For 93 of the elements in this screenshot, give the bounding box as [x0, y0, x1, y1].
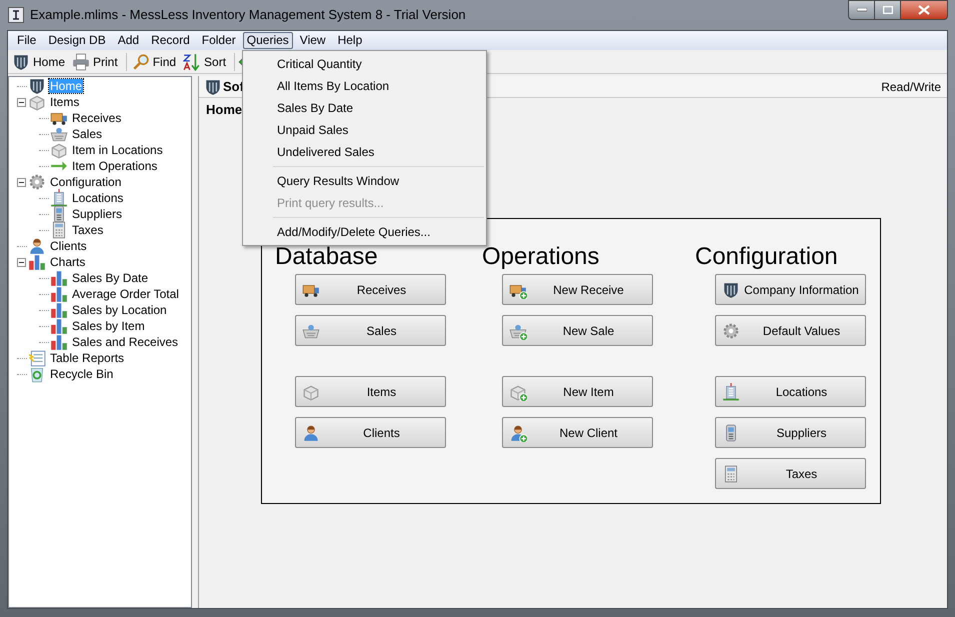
shield-icon [722, 280, 740, 298]
close-icon [918, 5, 930, 15]
building-icon [50, 189, 68, 207]
menu-option[interactable]: Add/Modify/Delete Queries... [243, 221, 486, 243]
tree-item[interactable]: Items [49, 95, 80, 109]
tree-item[interactable]: Sales by Location [71, 303, 168, 317]
menu-item[interactable]: Queries [242, 32, 293, 49]
dashboard-button[interactable]: Receives [295, 274, 446, 305]
close-button[interactable] [901, 0, 948, 20]
menu-option[interactable]: Sales By Date [243, 97, 486, 119]
maximize-icon [882, 6, 892, 14]
collapse-toggle[interactable] [17, 178, 26, 186]
collapse-toggle[interactable] [17, 98, 26, 106]
menu-item[interactable]: File [12, 32, 42, 49]
gear-icon [28, 173, 46, 191]
window-title: Example.mlims - MessLess Inventory Management System 8 - Trial Version [30, 6, 466, 24]
toolbar-button[interactable]: Home [10, 52, 68, 72]
shield-icon [204, 78, 222, 96]
person-add-icon [509, 424, 527, 442]
collapse-toggle[interactable] [17, 258, 26, 266]
dashboard-button[interactable]: Sales [295, 315, 446, 346]
section-heading: Database [275, 244, 378, 270]
building-icon [722, 382, 740, 400]
toolbar-button[interactable]: Find [130, 52, 178, 72]
menu-option[interactable]: All Items By Location [243, 75, 486, 97]
breadcrumb: Home [206, 101, 242, 120]
shield-icon [28, 77, 46, 95]
person-icon [28, 237, 46, 255]
bar-chart-icon [50, 333, 68, 351]
tree-item[interactable]: Locations [71, 191, 124, 205]
bar-chart-icon [50, 317, 68, 335]
app-icon [8, 7, 24, 23]
dashboard-button[interactable]: New Sale [502, 315, 653, 346]
tree-item[interactable]: Taxes [71, 223, 104, 237]
tree-item[interactable]: Table Reports [49, 351, 126, 365]
minimize-icon [856, 8, 866, 12]
menu-item[interactable]: View [294, 32, 331, 49]
bar-chart-icon [50, 269, 68, 287]
dashboard-button[interactable]: Taxes [715, 458, 866, 489]
menu-item[interactable]: Record [146, 32, 195, 49]
tree-item[interactable]: Recycle Bin [49, 367, 114, 381]
menu-option[interactable]: Query Results Window [243, 170, 486, 192]
maximize-button[interactable] [875, 0, 901, 20]
search-icon [132, 52, 150, 70]
section-heading: Operations [482, 244, 600, 270]
menu-option[interactable]: Unpaid Sales [243, 119, 486, 141]
tree-item[interactable]: Sales By Date [71, 271, 150, 285]
dashboard-button[interactable]: Default Values [715, 315, 866, 346]
gear-icon [722, 322, 740, 340]
report-icon [28, 349, 46, 367]
basket-icon [50, 125, 68, 143]
bar-chart-icon [50, 285, 68, 303]
tree-item[interactable]: Clients [49, 239, 88, 253]
tree-item[interactable]: Item Operations [71, 159, 158, 173]
toolbar-button[interactable]: Print [70, 52, 120, 72]
tree-item[interactable]: Receives [71, 111, 122, 125]
tree-item[interactable]: Sales and Receives [71, 335, 180, 349]
menu-item[interactable]: Folder [196, 32, 241, 49]
tree-item[interactable]: Suppliers [71, 207, 124, 221]
menu-item[interactable]: Help [332, 32, 368, 49]
dashboard-button[interactable]: Suppliers [715, 417, 866, 448]
person-icon [302, 424, 320, 442]
sort-icon [183, 52, 202, 70]
menu-option[interactable]: Critical Quantity [243, 53, 486, 75]
bar-chart-icon [50, 301, 68, 319]
shield-icon [12, 52, 30, 70]
tree-item[interactable]: Sales by Item [71, 319, 146, 333]
dashboard-button[interactable]: Company Information [715, 274, 866, 305]
tree-item[interactable]: Item in Locations [71, 143, 164, 157]
bar-chart-icon [28, 253, 46, 271]
dashboard-button[interactable]: Items [295, 376, 446, 407]
menu-option[interactable]: Undelivered Sales [243, 141, 486, 163]
calculator-icon [722, 464, 740, 482]
dashboard-button[interactable]: New Receive [502, 274, 653, 305]
tree-item[interactable]: Average Order Total [71, 287, 180, 301]
dashboard-button[interactable]: Clients [295, 417, 446, 448]
minimize-button[interactable] [848, 0, 875, 20]
dashboard-button[interactable]: New Item [502, 376, 653, 407]
section-heading: Configuration [695, 244, 838, 270]
menu-item[interactable]: Add [112, 32, 144, 49]
recycle-bin-icon [28, 365, 46, 383]
tree-item[interactable]: Sales [71, 127, 104, 141]
calculator-icon [50, 221, 68, 239]
box-icon [50, 141, 68, 159]
box-icon [28, 93, 46, 111]
tree-item[interactable]: Charts [49, 255, 86, 269]
menu-item[interactable]: Design DB [43, 32, 111, 49]
printer-icon [72, 52, 90, 70]
tree-item[interactable]: Configuration [49, 175, 122, 189]
toolbar-button[interactable]: Sort [181, 52, 228, 72]
dashboard-button[interactable]: New Client [502, 417, 653, 448]
dashboard-button[interactable]: Locations [715, 376, 866, 407]
access-mode: Read/Write [881, 78, 941, 96]
